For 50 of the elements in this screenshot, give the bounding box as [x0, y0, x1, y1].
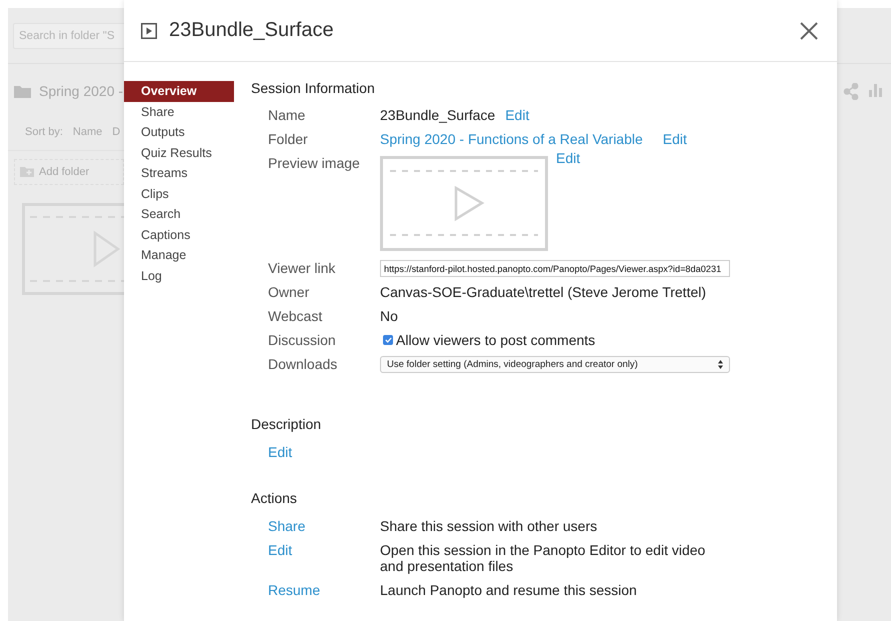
field-label: Viewer link [268, 259, 336, 278]
action-link[interactable]: Share [268, 518, 380, 534]
field-label: Name [268, 106, 306, 125]
video-thumbnail-icon [22, 203, 124, 295]
action-description: Share this session with other users [380, 518, 598, 534]
section-heading: Session Information [251, 80, 376, 96]
checkbox-label: Allow viewers to post comments [396, 331, 596, 350]
nav-item[interactable]: Quiz Results [124, 142, 234, 163]
folder-icon [14, 84, 31, 98]
downloads-dropdown[interactable]: Use folder setting (Admins, videographers and creator only) [380, 356, 730, 373]
nav-item[interactable]: Share [124, 102, 234, 122]
field-label: Downloads [268, 355, 338, 374]
field-label: Discussion [268, 331, 337, 350]
action-link[interactable]: Edit [268, 542, 380, 574]
edit-link[interactable]: Edit [505, 103, 530, 127]
section-heading: Actions [251, 490, 298, 506]
nav-item[interactable]: Outputs [124, 122, 234, 142]
folder-title: Spring 2020 - [39, 83, 124, 99]
field-label: Owner [268, 283, 310, 302]
nav-item[interactable]: Overview [124, 81, 234, 102]
field-label: Folder [268, 130, 309, 149]
folder-link[interactable]: Spring 2020 - Functions of a Real Variable [380, 127, 643, 151]
owner-value: Canvas-SOE-Graduate\trettel (Steve Jerome Trettel) [380, 283, 706, 302]
checkbox[interactable] [383, 335, 393, 345]
edit-link[interactable]: Edit [556, 151, 580, 165]
nav-item[interactable]: Clips [124, 184, 234, 204]
sort-label: Sort by: [25, 126, 63, 138]
close-icon[interactable] [799, 20, 819, 40]
edit-link[interactable]: Edit [662, 127, 687, 151]
viewer-link-field[interactable]: https://stanford-pilot.hosted.panopto.com/Panopto/Pages/Viewer.aspx?id=8da0231 [380, 260, 730, 277]
nav-item[interactable]: Streams [124, 163, 234, 184]
nav-item[interactable]: Search [124, 204, 234, 224]
webcast-value: No [380, 307, 398, 326]
video-thumbnail-icon [380, 156, 548, 251]
edit-link[interactable]: Edit [268, 444, 292, 460]
action-description: Open this session in the Panopto Editor to edit video and presentation files [380, 542, 706, 574]
nav-item[interactable]: Manage [124, 245, 234, 266]
up-down-caret-icon [718, 360, 723, 369]
session-name: 23Bundle_Surface [380, 106, 496, 125]
search-field[interactable]: Search in folder "S [13, 22, 124, 48]
action-description: Launch Panopto and resume this session [380, 582, 638, 598]
field-label: Preview image [268, 154, 361, 173]
dialog-title: 23Bundle_Surface [169, 19, 335, 42]
action-link[interactable]: Resume [268, 582, 380, 598]
nav-item[interactable]: Captions [124, 224, 234, 245]
section-heading: Description [251, 416, 322, 432]
field-label: Webcast [268, 307, 324, 326]
nav-item[interactable]: Log [124, 266, 234, 286]
video-icon [141, 22, 157, 38]
folder-plus-icon [20, 167, 34, 177]
